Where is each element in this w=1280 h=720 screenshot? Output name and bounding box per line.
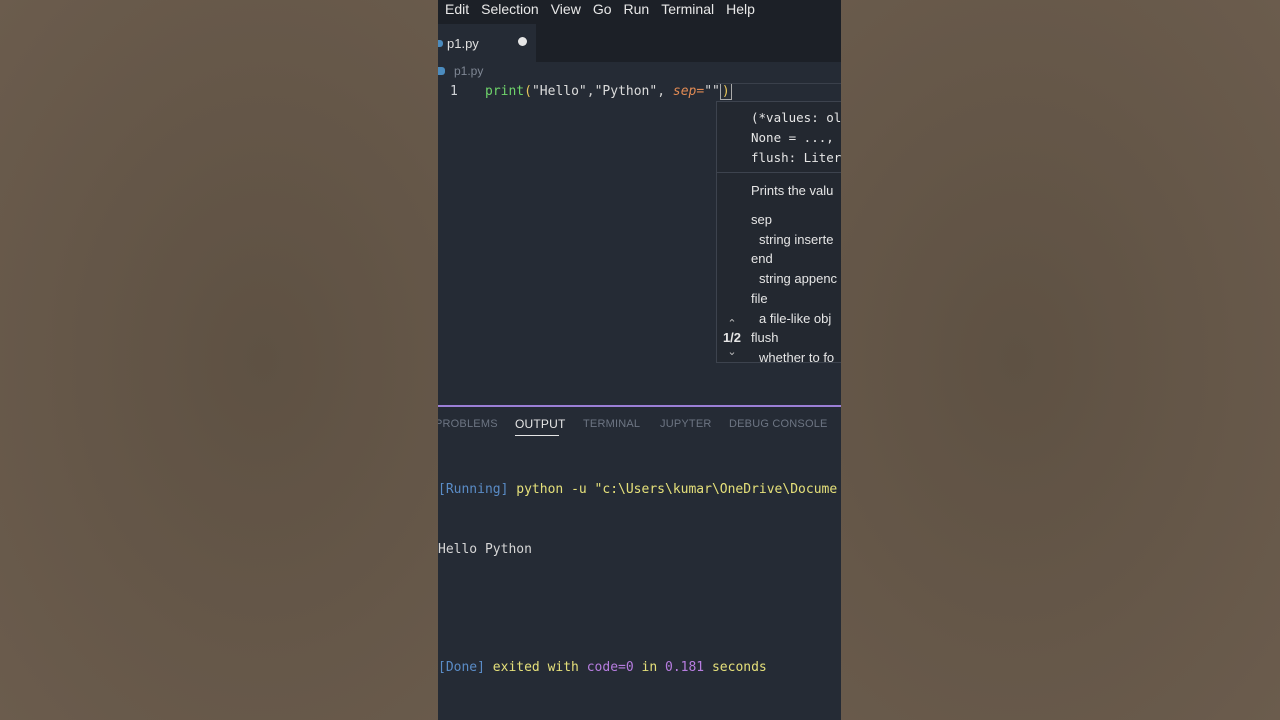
chevron-up-icon[interactable]: ⌃	[717, 318, 747, 330]
done-text: in	[633, 659, 665, 675]
tab-label: p1.py	[447, 35, 479, 51]
menu-go[interactable]: Go	[593, 1, 612, 17]
background-left	[0, 0, 438, 720]
output-line-running: [Running] python -u "c:\Users\kumar\OneD…	[438, 480, 841, 500]
chevron-down-icon[interactable]: ⌄	[717, 346, 747, 358]
menu-help[interactable]: Help	[726, 1, 755, 17]
breadcrumb-file[interactable]: p1.py	[454, 64, 483, 78]
overload-count: 1/2	[722, 330, 742, 345]
code-open-paren: (	[524, 84, 532, 99]
panel-top-border[interactable]	[438, 405, 841, 407]
signature-text: (*values: ol None = ..., flush: Liter	[751, 108, 841, 168]
exit-code: code=0	[586, 659, 634, 675]
hover-top-rule	[716, 83, 841, 84]
menu-run[interactable]: Run	[624, 1, 650, 17]
param-name: end	[751, 251, 773, 267]
code-comma-1: ,	[586, 84, 595, 99]
output-line-result: Hello Python	[438, 541, 532, 557]
menu-bar: Edit Selection View Go Run Terminal Help	[438, 0, 841, 18]
menu-selection[interactable]: Selection	[481, 1, 539, 17]
running-command: python -u "c:\Users\kumar\OneDrive\Docum…	[508, 482, 838, 498]
code-close-paren: )	[719, 83, 732, 100]
menu-view[interactable]: View	[551, 1, 581, 17]
menu-terminal[interactable]: Terminal	[661, 1, 714, 17]
panel-tabs: PROBLEMS OUTPUT TERMINAL JUPYTER DEBUG C…	[438, 414, 841, 436]
done-text: seconds	[704, 659, 767, 675]
unsaved-dot-icon[interactable]	[518, 37, 527, 46]
code-empty-string: ""	[704, 84, 720, 99]
signature-help-popup[interactable]: (*values: ol None = ..., flush: Liter Pr…	[716, 101, 841, 365]
python-file-icon	[438, 67, 445, 75]
elapsed-time: 0.181	[665, 659, 705, 675]
output-pane[interactable]: [Running] python -u "c:\Users\kumar\OneD…	[438, 441, 841, 717]
param-desc: string inserte	[759, 231, 834, 247]
output-line-done: [Done] exited with code=0 in 0.181 secon…	[438, 658, 841, 678]
menu-edit[interactable]: Edit	[445, 1, 469, 17]
param-desc: string appenc	[759, 271, 838, 287]
background-right	[841, 0, 1280, 720]
code-function: print	[485, 84, 525, 99]
param-name: flush	[751, 330, 779, 346]
hover-divider	[717, 172, 841, 173]
code-line-1[interactable]: 1 print("Hello","Python", sep="")	[438, 82, 841, 102]
line-number: 1	[450, 84, 458, 99]
param-desc: a file-like obj	[759, 310, 832, 326]
python-file-icon	[438, 39, 443, 47]
signature-line: flush: Liter	[751, 150, 841, 165]
code-text[interactable]: print("Hello","Python", sep="")	[485, 82, 732, 102]
signature-params: sep string inserte end string appenc fil…	[751, 210, 841, 368]
signature-line: None = ...,	[751, 130, 834, 145]
tab-problems[interactable]: PROBLEMS	[438, 418, 498, 430]
tab-output[interactable]: OUTPUT	[515, 417, 566, 431]
active-tab-underline	[515, 435, 559, 436]
editor-tab-bar: p1.py	[438, 18, 841, 62]
tab-p1-py[interactable]: p1.py	[438, 24, 536, 62]
signature-line: (*values: ol	[751, 110, 841, 125]
running-tag: [Running]	[438, 482, 509, 498]
param-desc: whether to fo	[759, 349, 835, 365]
tab-debug-console[interactable]: DEBUG CONSOLE	[729, 418, 828, 430]
signature-description: Prints the valu	[751, 183, 834, 198]
tab-terminal[interactable]: TERMINAL	[583, 418, 640, 430]
done-tag: [Done]	[438, 659, 485, 675]
code-arg-2: "Python"	[594, 84, 658, 99]
param-name: file	[751, 290, 768, 306]
param-name: sep	[751, 212, 772, 227]
code-arg-1: "Hello"	[531, 84, 587, 99]
vscode-window: Edit Selection View Go Run Terminal Help…	[438, 0, 841, 720]
code-comma-2: ,	[657, 84, 673, 99]
done-text: exited with	[484, 659, 587, 675]
code-keyword-param: sep=	[672, 84, 705, 99]
breadcrumb[interactable]: p1.py	[438, 62, 483, 80]
tab-jupyter[interactable]: JUPYTER	[660, 418, 712, 430]
output-blank-line	[438, 599, 841, 619]
overload-pager: ⌃ 1/2 ⌄	[717, 318, 747, 358]
